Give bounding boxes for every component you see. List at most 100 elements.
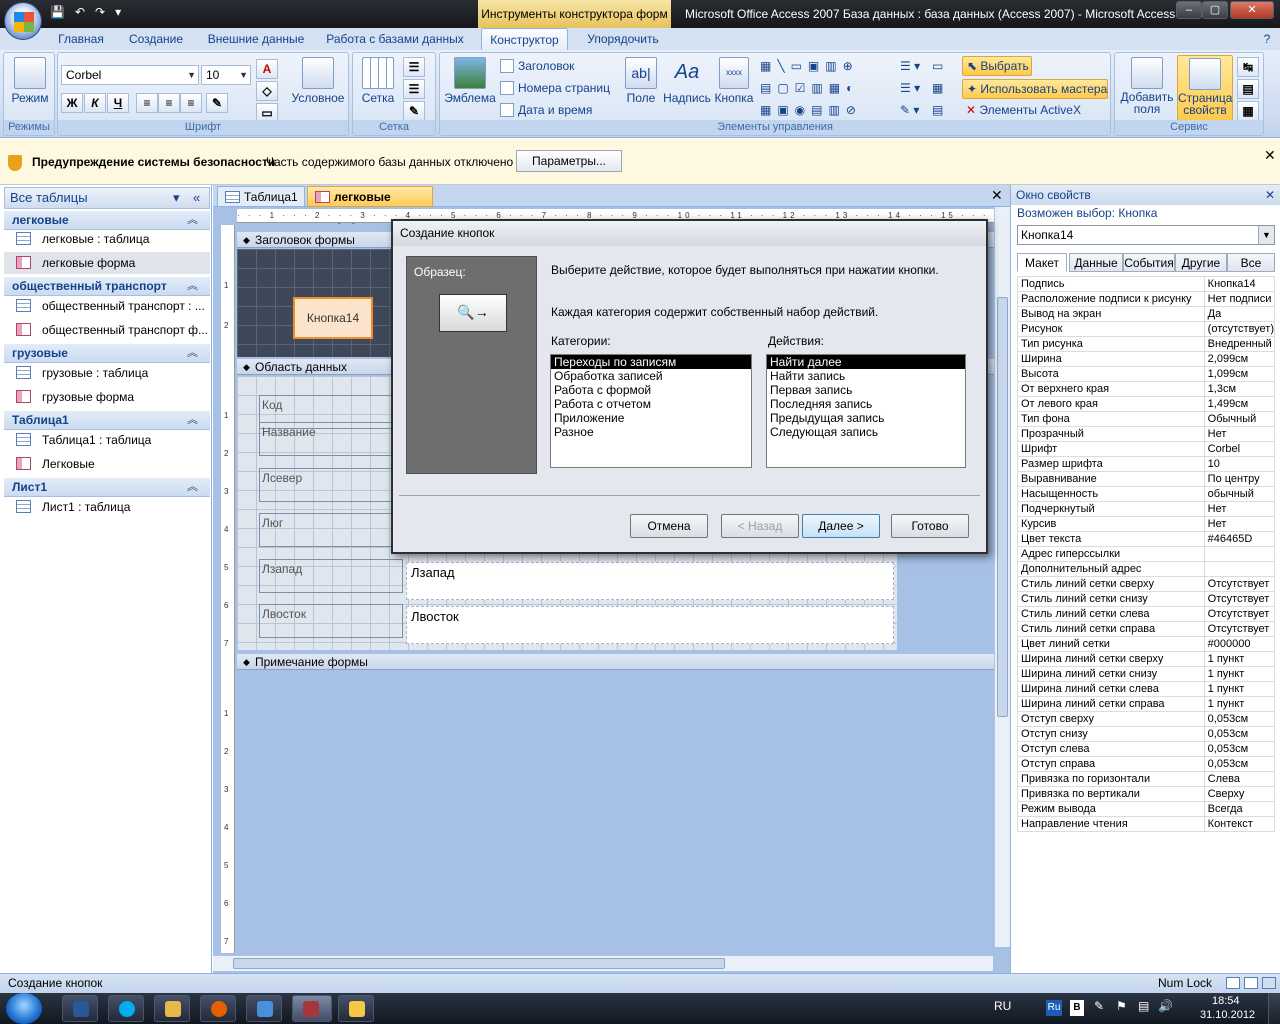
property-value[interactable]: Да: [1203, 306, 1276, 322]
header-button[interactable]: Заголовок: [500, 57, 574, 75]
property-value[interactable]: 0,053см: [1203, 726, 1276, 742]
property-value[interactable]: Corbel: [1203, 441, 1276, 457]
property-row[interactable]: Отступ справа 0,053см: [1017, 756, 1276, 772]
nav-item[interactable]: легковые форма: [4, 252, 210, 274]
close-button[interactable]: ✕: [1230, 1, 1274, 19]
field-textbox[interactable]: Лзапад: [406, 562, 894, 600]
nav-item[interactable]: общественный транспорт ф...: [4, 319, 210, 341]
close-icon[interactable]: ✕: [991, 187, 1003, 204]
clock-date[interactable]: 31.10.2012: [1200, 1009, 1255, 1021]
property-row[interactable]: Стиль линий сетки снизу Отсутствует: [1017, 591, 1276, 607]
taskbar-paint[interactable]: [338, 995, 374, 1022]
tab-designer[interactable]: Конструктор: [481, 28, 568, 50]
property-row[interactable]: Ширина линий сетки снизу 1 пункт: [1017, 666, 1276, 682]
property-value[interactable]: 1 пункт: [1203, 681, 1276, 697]
tab-layout[interactable]: Макет: [1017, 253, 1067, 272]
property-value[interactable]: [1203, 546, 1276, 562]
nav-group-table1[interactable]: Таблица1 ︽: [4, 411, 210, 430]
use-wizards-button[interactable]: ✦ Использовать мастера: [962, 79, 1108, 99]
tab-other[interactable]: Другие: [1175, 253, 1227, 272]
property-value[interactable]: Контекст: [1203, 816, 1276, 832]
property-value[interactable]: 10: [1203, 456, 1276, 472]
activex-button[interactable]: ✕ Элементы ActiveX: [966, 101, 1081, 119]
subform-icon[interactable]: ▦: [1237, 101, 1259, 121]
property-sheet-button[interactable]: Страница свойств: [1177, 55, 1233, 121]
property-row[interactable]: Насыщенность обычный: [1017, 486, 1276, 502]
property-value[interactable]: #000000: [1203, 636, 1276, 652]
align-center-icon[interactable]: ≡: [158, 93, 180, 113]
property-value[interactable]: Нет: [1203, 501, 1276, 517]
field-label[interactable]: Лсевер: [259, 468, 403, 502]
tab-data[interactable]: Данные: [1069, 253, 1123, 272]
property-row[interactable]: Направление чтения Контекст: [1017, 816, 1276, 832]
property-value[interactable]: (отсутствует): [1203, 321, 1276, 337]
property-row[interactable]: Ширина линий сетки справа 1 пункт: [1017, 696, 1276, 712]
next-button[interactable]: Далее >: [802, 514, 880, 538]
border-icon[interactable]: ✎ ▾: [900, 101, 919, 119]
field-label[interactable]: Лвосток: [259, 604, 403, 638]
property-row[interactable]: Шрифт Corbel: [1017, 441, 1276, 457]
property-value[interactable]: 0,053см: [1203, 711, 1276, 727]
clock-time[interactable]: 18:54: [1212, 995, 1240, 1007]
list-item[interactable]: Последняя запись: [767, 397, 965, 411]
property-row[interactable]: Ширина линий сетки сверху 1 пункт: [1017, 651, 1276, 667]
layout-view-icon[interactable]: [1244, 977, 1258, 989]
label-button[interactable]: Aa Надпись: [662, 57, 712, 105]
nav-item[interactable]: Лист1 : таблица: [4, 496, 210, 518]
start-button[interactable]: [6, 993, 42, 1024]
nav-item[interactable]: Легковые: [4, 453, 210, 475]
security-options-button[interactable]: Параметры...: [516, 150, 622, 172]
line-color-grid-icon[interactable]: ✎: [403, 101, 425, 121]
doc-tab-table1[interactable]: Таблица1: [217, 186, 305, 207]
select-button[interactable]: ⬉ Выбрать: [962, 56, 1032, 76]
nav-group-public-transport[interactable]: общественный транспорт ︽: [4, 277, 210, 296]
property-value[interactable]: Отсутствует: [1203, 606, 1276, 622]
property-value[interactable]: Отсутствует: [1203, 621, 1276, 637]
property-value[interactable]: обычный: [1203, 486, 1276, 502]
taskbar-app[interactable]: [246, 995, 282, 1022]
italic-button[interactable]: К: [84, 93, 106, 113]
list-item[interactable]: Следующая запись: [767, 425, 965, 439]
fill-color-icon[interactable]: ◇: [256, 81, 278, 101]
property-row[interactable]: Тип фона Обычный: [1017, 411, 1276, 427]
flag-icon[interactable]: ⚑: [1116, 999, 1127, 1013]
help-icon[interactable]: ?: [1258, 28, 1276, 50]
property-value[interactable]: 1,099см: [1203, 366, 1276, 382]
tab-arrange[interactable]: Упорядочить: [578, 28, 668, 50]
nav-item[interactable]: Таблица1 : таблица: [4, 429, 210, 451]
save-icon[interactable]: 💾: [50, 5, 65, 19]
controls-row-1[interactable]: ▦╲▭▣▥⊕: [760, 57, 859, 75]
tab-events[interactable]: События: [1123, 253, 1175, 272]
list-item[interactable]: Разное: [551, 425, 751, 439]
property-value[interactable]: Всегда: [1203, 801, 1276, 817]
taskbar-access[interactable]: [292, 995, 332, 1022]
property-value[interactable]: [1203, 561, 1276, 577]
property-row[interactable]: Стиль линий сетки справа Отсутствует: [1017, 621, 1276, 637]
horizontal-scrollbar[interactable]: [213, 955, 993, 971]
nav-group-sheet1[interactable]: Лист1 ︽: [4, 478, 210, 497]
close-icon[interactable]: ✕: [1264, 147, 1276, 164]
minimize-button[interactable]: –: [1176, 1, 1202, 19]
line-width-icon[interactable]: ☰: [403, 79, 425, 99]
categories-list[interactable]: Переходы по записям Обработка записей Ра…: [550, 354, 752, 468]
font-name-combo[interactable]: Corbel ▼: [61, 65, 199, 85]
actions-list[interactable]: Найти далее Найти запись Первая запись П…: [766, 354, 966, 468]
property-value[interactable]: Слева: [1203, 771, 1276, 787]
list-item[interactable]: Переходы по записям: [551, 355, 751, 369]
property-row[interactable]: Стиль линий сетки слева Отсутствует: [1017, 606, 1276, 622]
taskbar-explorer[interactable]: [154, 995, 190, 1022]
property-value[interactable]: 1 пункт: [1203, 651, 1276, 667]
line-type-icon[interactable]: ☰ ▾: [900, 79, 920, 97]
property-value[interactable]: Обычный: [1203, 411, 1276, 427]
list-item[interactable]: Найти запись: [767, 369, 965, 383]
vertical-scrollbar[interactable]: [994, 207, 1010, 947]
tray-icon[interactable]: ✎: [1094, 999, 1104, 1013]
property-row[interactable]: Стиль линий сетки сверху Отсутствует: [1017, 576, 1276, 592]
format-painter-icon[interactable]: ✎: [206, 93, 228, 113]
font-size-combo[interactable]: 10 ▼: [201, 65, 251, 85]
list-item[interactable]: Работа с формой: [551, 383, 751, 397]
volume-icon[interactable]: 🔊: [1158, 999, 1173, 1013]
command-button-14[interactable]: Кнопка14: [293, 297, 373, 339]
form-view-icon[interactable]: [1226, 977, 1240, 989]
redo-icon[interactable]: ↷: [95, 5, 105, 19]
